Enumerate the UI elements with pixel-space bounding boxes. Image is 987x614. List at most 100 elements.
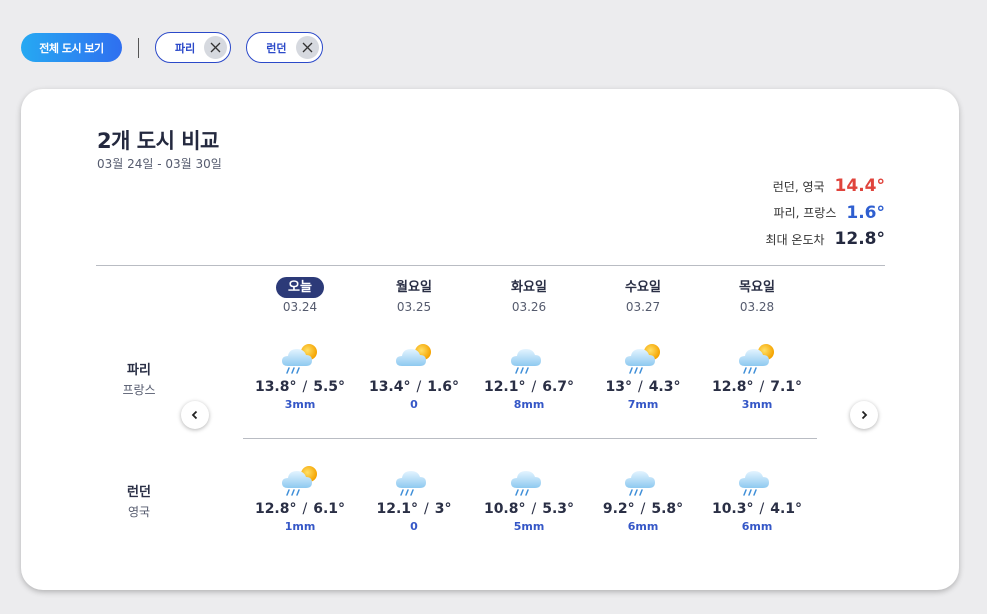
separator: /: [759, 379, 765, 395]
max-temp: 12.8°: [711, 379, 754, 395]
separator: /: [302, 379, 308, 395]
summary-label: 런던, 영국: [772, 179, 825, 194]
max-temp: 9.2°: [602, 501, 635, 517]
min-temp: 4.3°: [648, 379, 681, 395]
city-chip-paris[interactable]: 파리: [155, 32, 232, 63]
divider: [138, 37, 139, 58]
city-name: 런던: [127, 485, 151, 500]
sun-cloud-icon: [396, 344, 431, 366]
max-temp: 12.1°: [376, 501, 419, 517]
city-country: 영국: [127, 505, 151, 519]
temperature-range: 13° / 4.3°: [586, 379, 700, 395]
forecast-cell: 13° / 4.3° 7mm: [586, 342, 700, 411]
min-temp: 5.3°: [542, 501, 575, 517]
temperature-range: 9.2° / 5.8°: [586, 501, 700, 517]
forecast-cell: 10.3° / 4.1° 6mm: [700, 464, 814, 533]
temperature-range: 13.4° / 1.6°: [357, 379, 471, 395]
temperature-range: 10.8° / 5.3°: [472, 501, 586, 517]
temperature-range: 13.8° / 5.5°: [243, 379, 357, 395]
day-date: 03.27: [625, 300, 661, 314]
page-title: 2개 도시 비교: [97, 129, 219, 153]
min-temp: 7.1°: [770, 379, 803, 395]
day-date: 03.24: [282, 300, 318, 314]
precipitation: 0: [410, 520, 418, 533]
separator: /: [302, 501, 308, 517]
city-filter-bar: 전체 도시 보기 파리 런던: [21, 32, 338, 63]
day-header: 목요일 03.28: [707, 276, 807, 314]
separator: /: [424, 501, 429, 517]
chevron-left-icon: [191, 410, 198, 420]
forecast-cell: 13.8° / 5.5° 3mm: [243, 342, 357, 411]
close-icon[interactable]: [204, 36, 228, 59]
max-temp: 13.8°: [254, 379, 297, 395]
separator: /: [640, 501, 646, 517]
summary-value: 1.6°: [846, 202, 885, 223]
date-range: 03월 24일 - 03월 30일: [97, 157, 222, 171]
temperature-range: 12.1° / 3°: [357, 501, 471, 517]
divider: [96, 265, 885, 266]
min-temp: 5.8°: [651, 501, 684, 517]
day-date: 03.26: [511, 300, 547, 314]
precipitation: 6mm: [627, 520, 659, 533]
city-name: 파리: [127, 363, 151, 378]
cloud-rain-icon: [739, 471, 769, 496]
temperature-summary: 런던, 영국 14.4° 파리, 프랑스 1.6° 최대 온도차 12.8°: [766, 173, 885, 253]
summary-value: 14.4°: [834, 176, 885, 197]
day-name: 목요일: [739, 280, 775, 295]
divider: [243, 438, 817, 439]
sun-cloud-rain-icon: [739, 344, 774, 374]
forecast-cell: 12.1° / 3° 0: [357, 464, 471, 533]
city-chip-london[interactable]: 런던: [246, 32, 323, 63]
min-temp: 6.7°: [542, 379, 575, 395]
day-header: 월요일 03.25: [364, 276, 464, 314]
sun-cloud-rain-icon: [282, 466, 317, 496]
forecast-cell: 13.4° / 1.6° 0: [357, 342, 471, 411]
summary-row-paris: 파리, 프랑스 1.6°: [766, 200, 885, 227]
max-temp: 12.1°: [483, 379, 526, 395]
separator: /: [759, 501, 765, 517]
sun-cloud-rain-icon: [282, 344, 317, 374]
cloud-rain-icon: [511, 471, 541, 496]
forecast-cell: 9.2° / 5.8° 6mm: [586, 464, 700, 533]
min-temp: 1.6°: [427, 379, 460, 395]
min-temp: 4.1°: [770, 501, 803, 517]
min-temp: 6.1°: [313, 501, 346, 517]
day-header: 오늘 03.24: [250, 276, 350, 314]
day-name: 수요일: [625, 280, 661, 295]
forecast-cell: 12.1° / 6.7° 8mm: [472, 342, 586, 411]
summary-value: 12.8°: [834, 229, 885, 250]
min-temp: 3°: [434, 501, 452, 517]
comparison-card: 2개 도시 비교 03월 24일 - 03월 30일 런던, 영국 14.4° …: [21, 89, 959, 590]
city-label-paris: 파리 프랑스: [109, 359, 169, 398]
city-chip-label: 파리: [175, 41, 196, 55]
precipitation: 3mm: [741, 398, 773, 411]
sun-cloud-rain-icon: [625, 344, 660, 374]
forecast-cell: 12.8° / 7.1° 3mm: [700, 342, 814, 411]
city-country: 프랑스: [122, 383, 156, 397]
summary-row-london: 런던, 영국 14.4°: [766, 173, 885, 200]
summary-label: 파리, 프랑스: [773, 206, 837, 221]
day-date: 03.25: [396, 300, 432, 314]
next-button[interactable]: [850, 401, 878, 429]
city-label-london: 런던 영국: [109, 481, 169, 520]
chevron-right-icon: [861, 410, 868, 420]
precipitation: 0: [410, 398, 418, 411]
forecast-cell: 12.8° / 6.1° 1mm: [243, 464, 357, 533]
temperature-range: 12.8° / 6.1°: [243, 501, 357, 517]
max-temp: 13°: [605, 379, 632, 395]
precipitation: 1mm: [284, 520, 316, 533]
view-all-cities-button[interactable]: 전체 도시 보기: [21, 33, 122, 62]
separator: /: [416, 379, 422, 395]
city-chip-label: 런던: [266, 41, 287, 55]
max-temp: 13.4°: [368, 379, 411, 395]
precipitation: 8mm: [513, 398, 545, 411]
summary-label: 최대 온도차: [765, 232, 825, 247]
prev-button[interactable]: [181, 401, 209, 429]
day-header: 수요일 03.27: [593, 276, 693, 314]
temperature-range: 10.3° / 4.1°: [700, 501, 814, 517]
separator: /: [531, 501, 537, 517]
close-icon[interactable]: [295, 36, 319, 59]
forecast-cell: 10.8° / 5.3° 5mm: [472, 464, 586, 533]
day-name: 화요일: [511, 280, 547, 295]
max-temp: 10.8°: [483, 501, 526, 517]
